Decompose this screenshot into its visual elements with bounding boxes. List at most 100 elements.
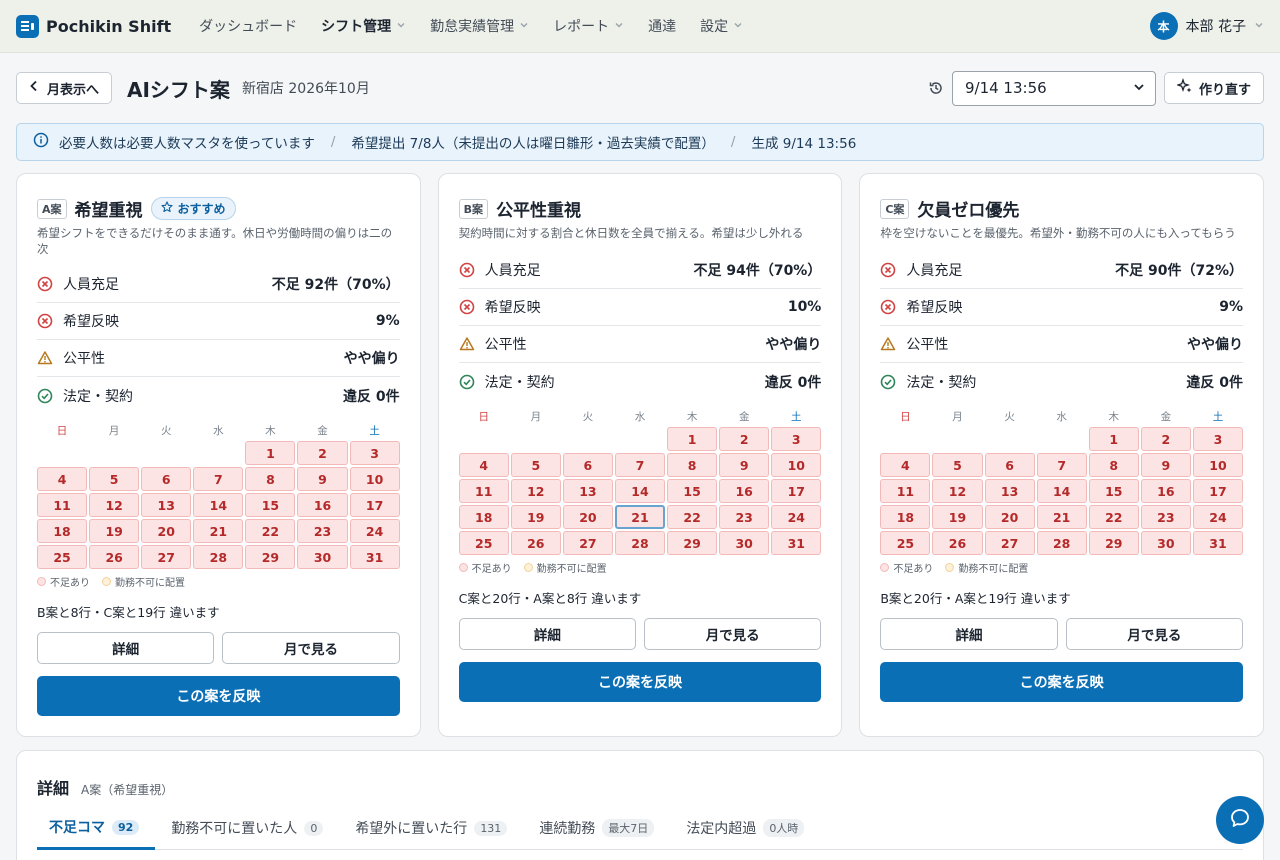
calendar-day[interactable]: 1 [1088,427,1139,451]
version-select[interactable]: 9/14 13:56 [951,70,1156,106]
calendar-day[interactable]: 20 [984,505,1035,529]
calendar-day[interactable]: 8 [1088,453,1139,477]
calendar-day[interactable]: 26 [89,545,140,569]
calendar-day[interactable]: 9 [719,453,770,477]
calendar-day[interactable]: 4 [37,467,88,491]
details-tab-3[interactable]: 連続勤務 最大7日 [523,817,670,849]
calendar-day[interactable]: 20 [562,505,613,529]
calendar-day[interactable]: 29 [1088,531,1139,555]
calendar-day[interactable]: 3 [771,427,822,451]
calendar-day[interactable]: 26 [510,531,561,555]
calendar-day[interactable]: 23 [297,519,348,543]
calendar-day[interactable]: 17 [771,479,822,503]
calendar-day[interactable]: 5 [89,467,140,491]
apply-plan-button[interactable]: この案を反映 [880,662,1244,702]
calendar-day[interactable]: 25 [880,531,931,555]
calendar-day[interactable]: 2 [719,427,770,451]
calendar-day[interactable]: 6 [562,453,613,477]
view-month-button[interactable]: 月で見る [644,618,822,650]
calendar-day[interactable]: 8 [667,453,718,477]
calendar-day[interactable]: 23 [1140,505,1191,529]
calendar-day[interactable]: 21 [193,519,244,543]
calendar-day[interactable]: 9 [1140,453,1191,477]
calendar-day[interactable]: 18 [37,519,88,543]
calendar-day[interactable]: 10 [771,453,822,477]
calendar-day[interactable]: 3 [1192,427,1243,451]
calendar-day[interactable]: 21 [614,505,666,529]
calendar-day[interactable]: 13 [984,479,1035,503]
calendar-day[interactable]: 29 [245,545,296,569]
calendar-day[interactable]: 1 [667,427,718,451]
calendar-day[interactable]: 13 [141,493,192,517]
nav-item-5[interactable]: 設定 [688,0,755,53]
detail-button[interactable]: 詳細 [880,618,1058,650]
calendar-day[interactable]: 30 [719,531,770,555]
calendar-day[interactable]: 14 [1036,479,1087,503]
calendar-day[interactable]: 17 [1192,479,1243,503]
calendar-day[interactable]: 5 [510,453,561,477]
calendar-day[interactable]: 28 [193,545,244,569]
calendar-day[interactable]: 27 [562,531,613,555]
calendar-day[interactable]: 15 [1088,479,1139,503]
calendar-day[interactable]: 25 [458,531,509,555]
calendar-day[interactable]: 31 [1192,531,1243,555]
calendar-day[interactable]: 17 [349,493,400,517]
calendar-day[interactable]: 19 [932,505,983,529]
app-logo[interactable]: Pochikin Shift [16,14,171,38]
calendar-day[interactable]: 24 [349,519,400,543]
calendar-day[interactable]: 18 [880,505,931,529]
apply-plan-button[interactable]: この案を反映 [458,662,822,702]
nav-item-2[interactable]: 勤怠実績管理 [418,0,541,53]
calendar-day[interactable]: 6 [984,453,1035,477]
calendar-day[interactable]: 31 [771,531,822,555]
calendar-day[interactable]: 14 [614,479,666,503]
history-icon[interactable] [928,80,944,96]
details-tab-1[interactable]: 勤務不可に置いた人 0 [155,817,339,849]
calendar-day[interactable]: 11 [880,479,931,503]
nav-item-4[interactable]: 通達 [636,0,688,53]
calendar-day[interactable]: 10 [349,467,400,491]
calendar-day[interactable]: 13 [562,479,613,503]
calendar-day[interactable]: 30 [297,545,348,569]
calendar-day[interactable]: 2 [1140,427,1191,451]
detail-button[interactable]: 詳細 [458,618,637,650]
calendar-day[interactable]: 31 [349,545,400,569]
calendar-day[interactable]: 14 [193,493,244,517]
details-tab-4[interactable]: 法定内超過 0人時 [670,817,820,849]
calendar-day[interactable]: 22 [245,519,296,543]
calendar-day[interactable]: 16 [719,479,770,503]
details-tab-2[interactable]: 希望外に置いた行 131 [339,817,523,849]
calendar-day[interactable]: 10 [1192,453,1243,477]
calendar-day[interactable]: 28 [1036,531,1087,555]
view-month-button[interactable]: 月で見る [1065,618,1244,650]
calendar-day[interactable]: 15 [667,479,718,503]
calendar-day[interactable]: 7 [614,453,666,477]
calendar-day[interactable]: 7 [1036,453,1087,477]
calendar-day[interactable]: 30 [1140,531,1191,555]
calendar-day[interactable]: 6 [141,467,192,491]
calendar-day[interactable]: 22 [667,505,718,529]
back-to-month-button[interactable]: 月表示へ [16,72,113,104]
user-menu[interactable]: 本 本部 花子 [1149,12,1264,40]
view-month-button[interactable]: 月で見る [222,632,400,664]
calendar-day[interactable]: 4 [880,453,931,477]
calendar-day[interactable]: 12 [89,493,140,517]
calendar-day[interactable]: 29 [667,531,718,555]
calendar-day[interactable]: 9 [297,467,348,491]
calendar-day[interactable]: 23 [719,505,770,529]
detail-button[interactable]: 詳細 [37,632,215,664]
calendar-day[interactable]: 16 [297,493,348,517]
calendar-day[interactable]: 12 [932,479,983,503]
calendar-day[interactable]: 19 [510,505,561,529]
calendar-day[interactable]: 15 [245,493,296,517]
regenerate-button[interactable]: 作り直す [1163,72,1264,104]
calendar-day[interactable]: 24 [1192,505,1243,529]
calendar-day[interactable]: 19 [89,519,140,543]
details-tab-0[interactable]: 不足コマ 92 [37,817,156,850]
calendar-day[interactable]: 26 [932,531,983,555]
calendar-day[interactable]: 12 [510,479,561,503]
calendar-day[interactable]: 2 [297,441,348,465]
calendar-day[interactable]: 5 [932,453,983,477]
calendar-day[interactable]: 16 [1140,479,1191,503]
calendar-day[interactable]: 18 [458,505,509,529]
